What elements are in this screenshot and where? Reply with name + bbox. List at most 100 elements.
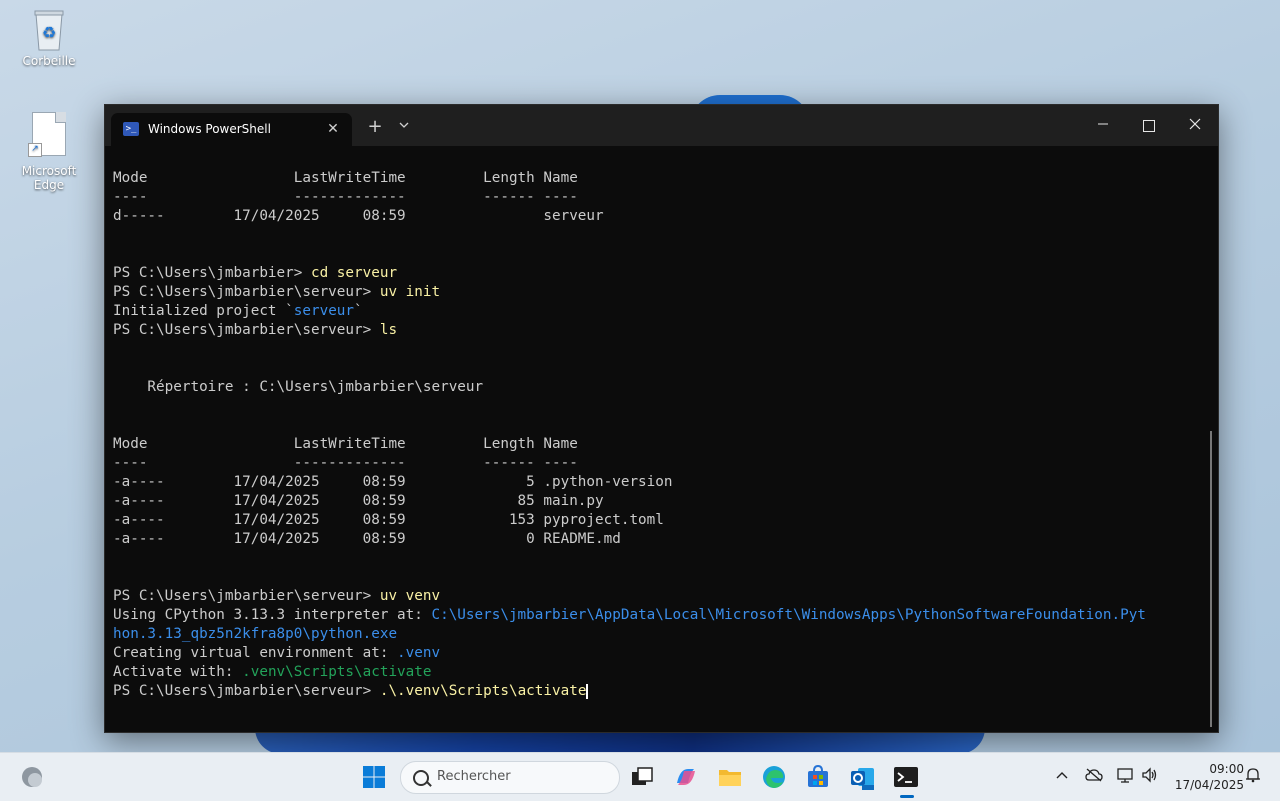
terminal-line: Initialized project `serveur` [113, 302, 1203, 321]
edge-icon [763, 766, 785, 788]
tab-title: Windows PowerShell [148, 122, 271, 136]
terminal-line: ---- ------------- ------ ---- [113, 189, 578, 205]
prompt: PS C:\Users\jmbarbier> [113, 265, 311, 281]
command: cd serveur [310, 265, 398, 281]
new-tab-button[interactable]: + [365, 117, 385, 137]
widgets-button[interactable] [18, 763, 46, 791]
text-cursor [586, 683, 589, 699]
outlook-icon [851, 768, 874, 790]
shortcut-arrow-icon: ↗ [28, 143, 42, 157]
profile-dropdown-button[interactable] [395, 117, 413, 137]
recycle-bin-icon: ♻ [32, 8, 66, 52]
terminal-line: ---- ------------- ------ ---- [113, 455, 578, 471]
tab-close-button[interactable]: ✕ [323, 119, 343, 139]
output-text: Activate with: [113, 664, 243, 680]
terminal-line: PS C:\Users\jmbarbier\serveur> .\.venv\S… [113, 682, 1203, 701]
terminal-line: Répertoire : C:\Users\jmbarbier\serveur [113, 379, 484, 395]
command-input[interactable]: .\.venv\Scripts\activate [380, 683, 587, 699]
notification-button[interactable] [1243, 767, 1263, 787]
file-explorer-icon [719, 770, 741, 786]
prompt: PS C:\Users\jmbarbier\serveur> [113, 322, 380, 338]
terminal-line: -a---- 17/04/2025 08:59 85 main.py [113, 493, 604, 509]
copilot-button[interactable] [672, 763, 700, 791]
clock-time: 09:00 [1209, 762, 1244, 776]
prompt: PS C:\Users\jmbarbier\serveur> [113, 588, 380, 604]
edge-button[interactable] [760, 763, 788, 791]
terminal-line: Using CPython 3.13.3 interpreter at: C:\… [113, 606, 1203, 625]
terminal-line: -a---- 17/04/2025 08:59 5 .python-versio… [113, 474, 673, 490]
terminal-line: -a---- 17/04/2025 08:59 0 README.md [113, 531, 621, 547]
terminal-line: PS C:\Users\jmbarbier\serveur> ls [113, 321, 1203, 340]
svg-text:♻: ♻ [42, 23, 56, 42]
task-view-button[interactable] [628, 763, 656, 791]
network-icon [1117, 768, 1133, 783]
store-button[interactable] [804, 763, 832, 791]
minimize-icon [1098, 123, 1108, 125]
project-name: serveur [293, 303, 355, 319]
chevron-up-icon [1056, 772, 1068, 779]
terminal-line: -a---- 17/04/2025 08:59 153 pyproject.to… [113, 512, 664, 528]
outlook-button[interactable] [848, 763, 876, 791]
desktop-icon-edge[interactable]: ↗ Microsoft Edge [9, 112, 89, 192]
desktop-icon-label: Microsoft Edge [21, 164, 77, 192]
output-text: ` [354, 303, 363, 319]
terminal-output[interactable]: Mode LastWriteTime Length Name ---- ----… [113, 150, 1203, 728]
title-bar[interactable]: >_ Windows PowerShell ✕ + [105, 105, 1218, 146]
start-button[interactable] [360, 763, 388, 791]
show-hidden-icons-button[interactable] [1052, 767, 1072, 786]
file-shortcut-icon: ↗ [28, 112, 66, 157]
network-button[interactable] [1115, 767, 1135, 787]
terminal-line: Mode LastWriteTime Length Name [113, 170, 578, 186]
terminal-line: hon.3.13_qbz5n2kfra8p0\python.exe [113, 626, 398, 642]
file-explorer-button[interactable] [716, 763, 744, 791]
minimize-button[interactable] [1080, 105, 1126, 146]
scrollbar[interactable] [1210, 431, 1212, 727]
prompt: PS C:\Users\jmbarbier\serveur> [113, 284, 380, 300]
command: ls [379, 322, 398, 338]
chevron-down-icon [399, 122, 409, 128]
terminal-icon [894, 767, 918, 787]
maximize-button[interactable] [1126, 105, 1172, 146]
terminal-line: d----- 17/04/2025 08:59 serveur [113, 208, 604, 224]
desktop-icon-recycle-bin[interactable]: ♻ Corbeille [9, 8, 89, 68]
clock[interactable]: 09:00 17/04/2025 [1168, 761, 1244, 793]
path-text: C:\Users\jmbarbier\AppData\Local\Microso… [431, 607, 1146, 623]
tab-powershell[interactable]: >_ Windows PowerShell ✕ [111, 113, 352, 146]
store-icon [808, 764, 828, 787]
terminal-button[interactable] [892, 763, 920, 791]
search-placeholder: Rechercher [437, 769, 511, 784]
prompt: PS C:\Users\jmbarbier\serveur> [113, 683, 380, 699]
command: uv venv [379, 588, 441, 604]
maximize-icon [1143, 119, 1155, 132]
taskbar-search[interactable]: Rechercher [400, 761, 620, 794]
command: uv init [379, 284, 441, 300]
windows-logo-icon [363, 766, 385, 788]
terminal-line: Mode LastWriteTime Length Name [113, 436, 578, 452]
close-button[interactable] [1172, 105, 1218, 146]
output-text: Using CPython 3.13.3 interpreter at: [113, 607, 432, 623]
copilot-icon [677, 769, 695, 785]
terminal-line: Creating virtual environment at: .venv [113, 644, 1203, 663]
onedrive-icon [1085, 768, 1103, 782]
widgets-icon [22, 767, 42, 787]
clock-date: 17/04/2025 [1174, 778, 1244, 792]
onedrive-button[interactable] [1084, 767, 1104, 786]
taskbar: Rechercher 09:00 17/04/2025 [0, 752, 1280, 801]
volume-button[interactable] [1140, 767, 1160, 787]
output-text: Creating virtual environment at: [113, 645, 398, 661]
active-app-indicator [900, 795, 914, 798]
notification-icon [1246, 768, 1260, 783]
volume-icon [1142, 767, 1157, 783]
terminal-line: PS C:\Users\jmbarbier\serveur> uv init [113, 283, 1203, 302]
terminal-line: PS C:\Users\jmbarbier\serveur> uv venv [113, 587, 1203, 606]
search-icon [413, 770, 429, 786]
terminal-line: PS C:\Users\jmbarbier> cd serveur [113, 264, 1203, 283]
